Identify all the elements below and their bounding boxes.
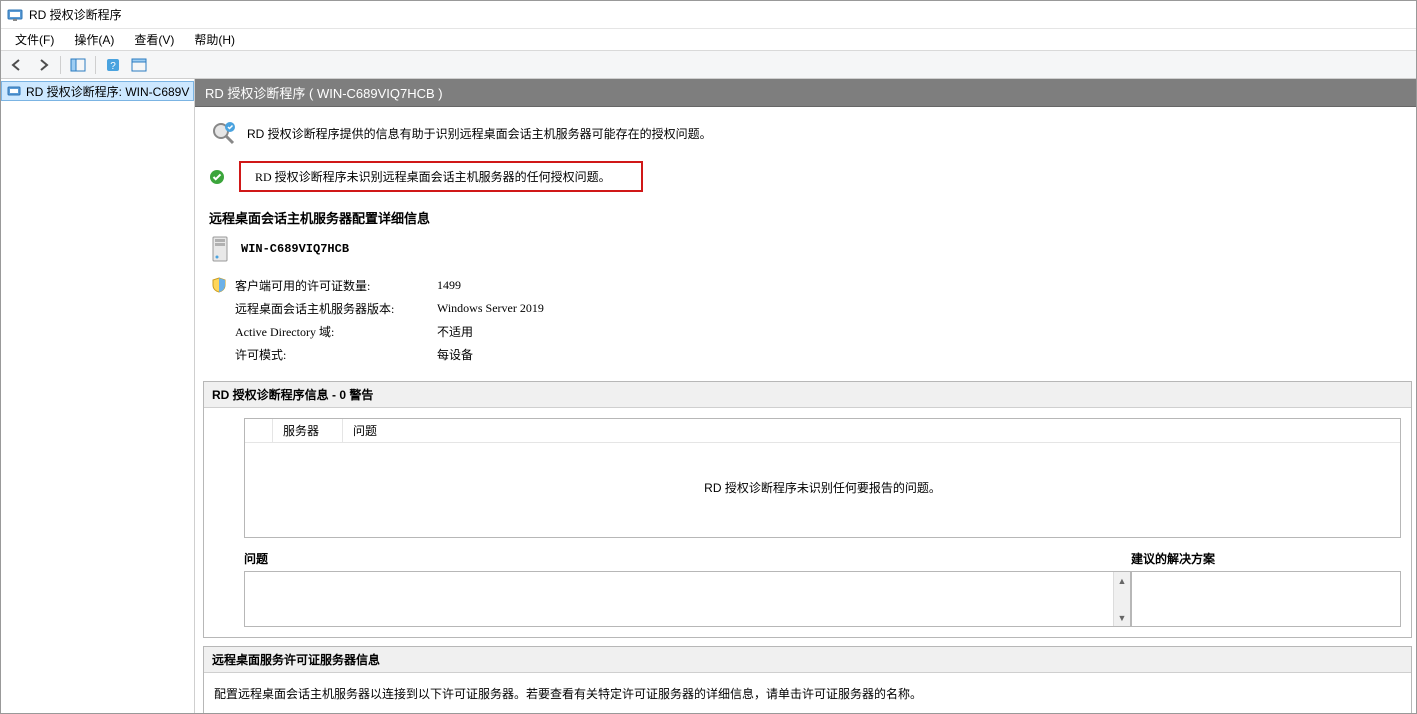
config-info-table: 客户端可用的许可证数量: 1499 远程桌面会话主机服务器版本:Windows …: [209, 273, 546, 367]
server-icon: [209, 235, 231, 263]
main-area: RD 授权诊断程序: WIN-C689V RD 授权诊断程序 ( WIN-C68…: [1, 79, 1416, 713]
issue-detail-row: 问题 ▲ ▼ 建议的解决方案: [244, 548, 1401, 627]
config-key: 客户端可用的许可证数量:: [235, 275, 435, 296]
tree-item-label: RD 授权诊断程序: WIN-C689V: [26, 83, 189, 100]
tree-node-icon: [6, 83, 22, 99]
scrollbar[interactable]: ▲ ▼: [1113, 572, 1130, 626]
issues-list[interactable]: 服务器 问题 RD 授权诊断程序未识别任何要报告的问题。: [244, 418, 1401, 538]
col-server[interactable]: 服务器: [273, 419, 343, 442]
config-value: 不适用: [437, 321, 544, 342]
license-text-2: 若要查看有关特定许可证服务器的详细信息，你需要在许可证服务器上具有管理员特权。如…: [204, 710, 1411, 713]
title-bar: RD 授权诊断程序: [1, 1, 1416, 29]
config-value: Windows Server 2019: [437, 298, 544, 319]
content-header-title: RD 授权诊断程序 ( WIN-C689VIQ7HCB ): [205, 83, 443, 102]
issue-label: 问题: [244, 548, 1131, 571]
license-text-1: 配置远程桌面会话主机服务器以连接到以下许可证服务器。若要查看有关特定许可证服务器…: [204, 673, 1411, 710]
tree-pane: RD 授权诊断程序: WIN-C689V: [1, 79, 195, 713]
config-key: Active Directory 域:: [235, 321, 435, 342]
content-header: RD 授权诊断程序 ( WIN-C689VIQ7HCB ): [195, 79, 1416, 107]
toolbar: ?: [1, 51, 1416, 79]
menu-file[interactable]: 文件(F): [5, 29, 64, 50]
toolbar-separator: [95, 56, 96, 74]
solution-textarea[interactable]: [1131, 571, 1401, 627]
config-value: 1499: [437, 275, 544, 296]
solution-label: 建议的解决方案: [1131, 548, 1401, 571]
col-icon[interactable]: [245, 419, 273, 442]
intro-text: RD 授权诊断程序提供的信息有助于识别远程桌面会话主机服务器可能存在的授权问题。: [247, 125, 712, 142]
menu-view[interactable]: 查看(V): [124, 29, 184, 50]
nav-back-button[interactable]: [5, 54, 29, 76]
server-name: WIN-C689VIQ7HCB: [241, 242, 349, 256]
col-issue[interactable]: 问题: [343, 419, 1400, 442]
issues-list-header: 服务器 问题: [245, 419, 1400, 443]
config-key: 许可模式:: [235, 344, 435, 365]
svg-text:?: ?: [110, 61, 116, 72]
config-value: 每设备: [437, 344, 544, 365]
shield-icon: [211, 277, 233, 293]
tree-item-rd-diag[interactable]: RD 授权诊断程序: WIN-C689V: [1, 81, 194, 101]
status-row: RD 授权诊断程序未识别远程桌面会话主机服务器的任何授权问题。: [195, 157, 1416, 202]
scroll-down-icon[interactable]: ▼: [1114, 609, 1130, 626]
window-title: RD 授权诊断程序: [29, 6, 122, 23]
refresh-button[interactable]: [127, 54, 151, 76]
status-message-box: RD 授权诊断程序未识别远程桌面会话主机服务器的任何授权问题。: [239, 161, 643, 192]
issues-empty-text: RD 授权诊断程序未识别任何要报告的问题。: [245, 443, 1400, 532]
server-row: WIN-C689VIQ7HCB: [195, 233, 1416, 269]
config-section-title: 远程桌面会话主机服务器配置详细信息: [195, 202, 1416, 233]
diag-panel: RD 授权诊断程序信息 - 0 警告 服务器 问题 RD 授权诊断程序未识别任何…: [203, 381, 1412, 638]
issue-textarea[interactable]: ▲ ▼: [244, 571, 1131, 627]
menu-bar: 文件(F) 操作(A) 查看(V) 帮助(H): [1, 29, 1416, 51]
config-key: 远程桌面会话主机服务器版本:: [235, 298, 435, 319]
diag-panel-title: RD 授权诊断程序信息 - 0 警告: [204, 382, 1411, 408]
nav-forward-button[interactable]: [31, 54, 55, 76]
intro-row: RD 授权诊断程序提供的信息有助于识别远程桌面会话主机服务器可能存在的授权问题。: [195, 119, 1416, 157]
license-panel: 远程桌面服务许可证服务器信息 配置远程桌面会话主机服务器以连接到以下许可证服务器…: [203, 646, 1412, 713]
license-panel-title: 远程桌面服务许可证服务器信息: [204, 647, 1411, 673]
help-button[interactable]: ?: [101, 54, 125, 76]
menu-action[interactable]: 操作(A): [64, 29, 124, 50]
status-text: RD 授权诊断程序未识别远程桌面会话主机服务器的任何授权问题。: [255, 170, 611, 184]
diagnostic-icon: [209, 119, 237, 147]
content-pane: RD 授权诊断程序 ( WIN-C689VIQ7HCB ) RD 授权诊断程序提…: [195, 79, 1416, 713]
app-icon: [7, 7, 23, 23]
show-hide-tree-button[interactable]: [66, 54, 90, 76]
diag-panel-body: 服务器 问题 RD 授权诊断程序未识别任何要报告的问题。 问题 ▲ ▼: [204, 408, 1411, 637]
ok-icon: [209, 169, 225, 185]
toolbar-separator: [60, 56, 61, 74]
content-body: RD 授权诊断程序提供的信息有助于识别远程桌面会话主机服务器可能存在的授权问题。…: [195, 107, 1416, 713]
menu-help[interactable]: 帮助(H): [184, 29, 245, 50]
scroll-up-icon[interactable]: ▲: [1114, 572, 1130, 589]
